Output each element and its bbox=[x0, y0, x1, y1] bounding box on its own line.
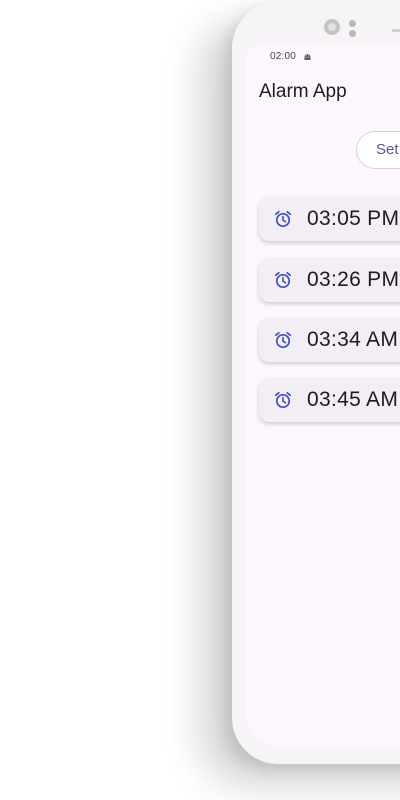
alarm-clock-icon bbox=[274, 331, 292, 349]
set-alarm-button-label: Set bbox=[376, 141, 399, 158]
alarm-time: 03:05 PM bbox=[307, 207, 400, 230]
earpiece-speaker bbox=[392, 29, 400, 32]
sensor-dot-icon bbox=[349, 30, 356, 37]
alarm-item[interactable]: 03:45 AM bbox=[259, 378, 400, 422]
alarm-clock-icon bbox=[274, 210, 292, 228]
android-debug-icon bbox=[304, 54, 311, 60]
app-title: Alarm App bbox=[259, 81, 347, 102]
front-camera-icon bbox=[324, 19, 340, 35]
alarm-time: 03:34 AM bbox=[307, 328, 399, 351]
set-alarm-button[interactable]: Set bbox=[356, 131, 400, 169]
sensor-dot-icon bbox=[349, 20, 356, 27]
alarm-clock-icon bbox=[274, 391, 292, 409]
alarm-time: 03:26 PM bbox=[307, 268, 400, 291]
alarm-item[interactable]: 03:34 AM bbox=[259, 318, 400, 362]
stage: 02:00 Alarm App Set 03:05 PM 03:26 PM 03… bbox=[0, 0, 400, 800]
status-bar-time: 02:00 bbox=[270, 51, 297, 62]
alarm-item[interactable]: 03:05 PM bbox=[259, 197, 400, 241]
alarm-item[interactable]: 03:26 PM bbox=[259, 258, 400, 302]
alarm-clock-icon bbox=[274, 271, 292, 289]
alarm-time: 03:45 AM bbox=[307, 388, 399, 411]
